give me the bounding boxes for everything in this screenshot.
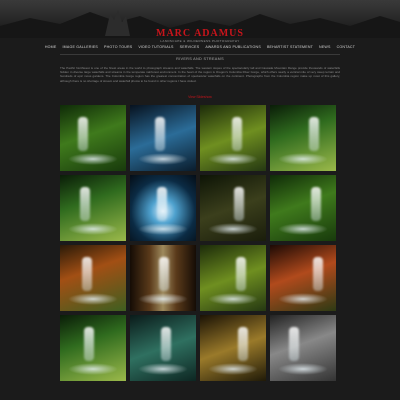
water-pool-shape xyxy=(138,363,188,375)
gallery-thumbnail[interactable] xyxy=(60,175,126,241)
nav-photo-tours[interactable]: PHOTO TOURS xyxy=(104,45,132,49)
water-pool-shape xyxy=(208,363,258,375)
water-pool-shape xyxy=(138,223,188,235)
gallery-thumbnail[interactable] xyxy=(60,105,126,171)
water-pool-shape xyxy=(278,363,328,375)
page-title: RIVERS AND STREAMS xyxy=(176,57,224,61)
gallery-thumbnail[interactable] xyxy=(60,245,126,311)
waterfall-shape xyxy=(78,117,88,151)
site-logo[interactable]: MARC ADAMUS xyxy=(0,28,400,39)
waterfall-shape xyxy=(238,327,248,361)
waterfall-shape xyxy=(289,327,299,361)
nav-contact[interactable]: CONTACT xyxy=(337,45,356,49)
waterfall-shape xyxy=(157,187,167,221)
waterfall-shape xyxy=(155,117,165,151)
nav-awards[interactable]: AWARDS AND PUBLICATIONS xyxy=(205,45,261,49)
waterfall-shape xyxy=(80,187,90,221)
water-pool-shape xyxy=(278,223,328,235)
water-pool-shape xyxy=(208,223,258,235)
thumbnail-grid xyxy=(60,105,340,381)
gallery-thumbnail[interactable] xyxy=(200,105,266,171)
main-nav: HOME IMAGE GALLERIES PHOTO TOURS VIDEO T… xyxy=(45,40,355,55)
gallery-intro: The Pacific Northwest is one of the fine… xyxy=(60,66,340,83)
gallery-thumbnail[interactable] xyxy=(270,245,336,311)
slideshow-link[interactable]: View Slideshow xyxy=(0,95,400,99)
water-pool-shape xyxy=(138,153,188,165)
waterfall-shape xyxy=(313,257,323,291)
water-pool-shape xyxy=(68,363,118,375)
gallery-thumbnail[interactable] xyxy=(130,175,196,241)
gallery-thumbnail[interactable] xyxy=(200,245,266,311)
gallery-thumbnail[interactable] xyxy=(130,105,196,171)
waterfall-shape xyxy=(161,327,171,361)
gallery-thumbnail[interactable] xyxy=(200,315,266,381)
nav-home[interactable]: HOME xyxy=(45,45,57,49)
nav-news[interactable]: NEWS xyxy=(319,45,331,49)
gallery-thumbnail[interactable] xyxy=(130,245,196,311)
water-pool-shape xyxy=(278,293,328,305)
waterfall-shape xyxy=(159,257,169,291)
water-pool-shape xyxy=(138,293,188,305)
nav-image-galleries[interactable]: IMAGE GALLERIES xyxy=(62,45,98,49)
nav-video-tutorials[interactable]: VIDEO TUTORIALS xyxy=(138,45,173,49)
waterfall-shape xyxy=(84,327,94,361)
water-pool-shape xyxy=(68,223,118,235)
waterfall-shape xyxy=(236,257,246,291)
waterfall-shape xyxy=(82,257,92,291)
water-pool-shape xyxy=(278,153,328,165)
gallery-thumbnail[interactable] xyxy=(60,315,126,381)
water-pool-shape xyxy=(208,293,258,305)
gallery-thumbnail[interactable] xyxy=(270,175,336,241)
gallery-thumbnail[interactable] xyxy=(200,175,266,241)
water-pool-shape xyxy=(68,153,118,165)
nav-services[interactable]: SERVICES xyxy=(180,45,200,49)
water-pool-shape xyxy=(68,293,118,305)
nav-statement[interactable]: BEHARTIST STATEMENT xyxy=(267,45,313,49)
gallery-thumbnail[interactable] xyxy=(270,315,336,381)
waterfall-shape xyxy=(234,187,244,221)
waterfall-shape xyxy=(311,187,321,221)
gallery-thumbnail[interactable] xyxy=(270,105,336,171)
waterfall-shape xyxy=(309,117,319,151)
water-pool-shape xyxy=(208,153,258,165)
waterfall-shape xyxy=(232,117,242,151)
gallery-thumbnail[interactable] xyxy=(130,315,196,381)
